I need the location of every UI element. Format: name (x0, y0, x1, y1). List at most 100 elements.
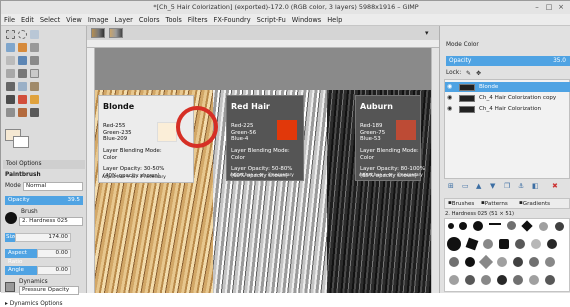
duplicate-layer-icon[interactable]: ❐ (504, 182, 510, 190)
zoom-icon[interactable] (30, 56, 39, 65)
eye-icon[interactable]: ◉ (447, 82, 452, 92)
image-canvas[interactable]: Blonde Red-255 Green-235 Blue-209 Layer … (95, 48, 431, 293)
brush-item[interactable] (449, 275, 459, 285)
tabs-menu-icon[interactable]: ▾ (425, 29, 429, 37)
brush-item[interactable] (448, 223, 454, 229)
layer-row[interactable]: ◉ Ch_4 Hair Colorization copy (445, 93, 570, 103)
scissors-icon[interactable] (30, 43, 39, 52)
horizontal-ruler[interactable] (87, 40, 439, 48)
brush-item[interactable] (513, 257, 523, 267)
brush-item[interactable] (507, 221, 516, 230)
dynamics-icon[interactable] (5, 282, 15, 292)
delete-layer-icon[interactable]: ✖ (552, 182, 558, 190)
brush-item[interactable] (459, 222, 467, 230)
lower-layer-icon[interactable]: ▼ (490, 182, 495, 190)
brush-item[interactable] (515, 239, 525, 249)
fuzzy-select-icon[interactable] (6, 43, 15, 52)
rect-select-icon[interactable] (6, 30, 15, 39)
align-icon[interactable] (30, 69, 39, 78)
brush-item[interactable] (489, 223, 501, 225)
brush-item[interactable] (521, 220, 533, 232)
ellipse-select-icon[interactable] (18, 30, 27, 39)
brush-item[interactable] (465, 275, 475, 285)
minimize-icon[interactable]: – (533, 4, 541, 11)
brush-item[interactable] (478, 254, 494, 270)
paintbrush-icon[interactable] (6, 95, 15, 104)
brush-item[interactable] (539, 222, 548, 231)
background-color-swatch[interactable] (13, 136, 29, 148)
paths-icon[interactable] (6, 56, 15, 65)
menu-filters[interactable]: Filters (185, 14, 211, 26)
brush-select[interactable]: 2. Hardness 025 (19, 217, 83, 226)
brush-item[interactable] (465, 257, 475, 267)
menu-colors[interactable]: Colors (136, 14, 163, 26)
tab-gradients[interactable]: ▪ Gradients (519, 200, 550, 207)
menu-windows[interactable]: Windows (289, 14, 324, 26)
move-icon[interactable] (18, 69, 27, 78)
brush-item[interactable] (547, 239, 557, 249)
lock-position-icon[interactable]: ✥ (476, 70, 481, 77)
brush-item[interactable] (483, 239, 493, 249)
dynamics-select[interactable]: Pressure Opacity (19, 286, 79, 295)
brush-item[interactable] (545, 275, 555, 285)
brush-item[interactable] (447, 237, 461, 251)
anchor-icon[interactable]: ⚓ (518, 182, 524, 190)
scale-icon[interactable] (30, 82, 39, 91)
canvas-scrollbar[interactable] (431, 48, 439, 293)
free-select-icon[interactable] (30, 30, 39, 39)
smudge-icon[interactable] (18, 108, 27, 117)
menu-view[interactable]: View (63, 14, 85, 26)
menu-script-fu[interactable]: Script-Fu (254, 14, 289, 26)
tab-brushes[interactable]: ▪ Brushes (448, 200, 474, 207)
eye-icon[interactable]: ◉ (447, 104, 452, 114)
layer-mode-value[interactable]: Color (464, 42, 479, 48)
brush-item[interactable] (531, 239, 541, 249)
brush-item[interactable] (465, 237, 479, 251)
menu-edit[interactable]: Edit (18, 14, 37, 26)
layer-row[interactable]: ◉ Blonde (445, 82, 570, 92)
menu-help[interactable]: Help (324, 14, 345, 26)
clone-icon[interactable] (6, 108, 15, 117)
image-tab-1[interactable] (91, 28, 105, 38)
dynamics-options-expander[interactable]: ▸ Dynamics Options (5, 301, 63, 307)
brush-item[interactable] (497, 275, 507, 285)
raise-layer-icon[interactable]: ▲ (476, 182, 481, 190)
size-slider[interactable]: 174.00 (15, 233, 71, 242)
bucket-fill-icon[interactable] (30, 95, 39, 104)
brush-grid[interactable] (444, 218, 570, 292)
menu-select[interactable]: Select (37, 14, 63, 26)
mask-icon[interactable]: ◧ (532, 182, 539, 190)
menu-image[interactable]: Image (85, 14, 112, 26)
brush-item[interactable] (529, 257, 539, 267)
new-layer-icon[interactable]: ⊞ (448, 182, 454, 190)
measure-icon[interactable] (6, 69, 15, 78)
color-select-icon[interactable] (18, 43, 27, 52)
dodge-burn-icon[interactable] (30, 108, 39, 117)
vertical-ruler[interactable] (87, 48, 95, 293)
brush-item[interactable] (473, 221, 483, 231)
image-tab-2[interactable] (109, 28, 123, 38)
eye-icon[interactable]: ◉ (447, 93, 452, 103)
mode-select[interactable]: Normal (23, 182, 83, 191)
brush-item[interactable] (529, 275, 539, 285)
menu-fx-foundry[interactable]: FX-Foundry (211, 14, 254, 26)
brush-item[interactable] (449, 257, 459, 267)
opacity-slider[interactable]: Opacity 39.5 (5, 196, 83, 205)
brush-item[interactable] (545, 257, 555, 267)
crop-icon[interactable] (6, 82, 15, 91)
brush-item[interactable] (499, 239, 509, 249)
color-picker-icon[interactable] (18, 56, 27, 65)
brush-preview-icon[interactable] (5, 212, 17, 224)
aspect-slider[interactable]: 0.00 (37, 249, 71, 258)
brush-item[interactable] (497, 257, 507, 267)
angle-slider[interactable]: 0.00 (37, 266, 71, 275)
menu-tools[interactable]: Tools (163, 14, 185, 26)
brush-item[interactable] (555, 222, 564, 231)
menu-layer[interactable]: Layer (111, 14, 135, 26)
maximize-icon[interactable]: □ (545, 4, 553, 11)
tab-patterns[interactable]: ▪ Patterns (481, 200, 508, 207)
brush-item[interactable] (481, 275, 491, 285)
brush-item[interactable] (513, 275, 523, 285)
layer-opacity-slider[interactable]: Opacity 35.0 (446, 56, 570, 66)
rotate-icon[interactable] (18, 82, 27, 91)
